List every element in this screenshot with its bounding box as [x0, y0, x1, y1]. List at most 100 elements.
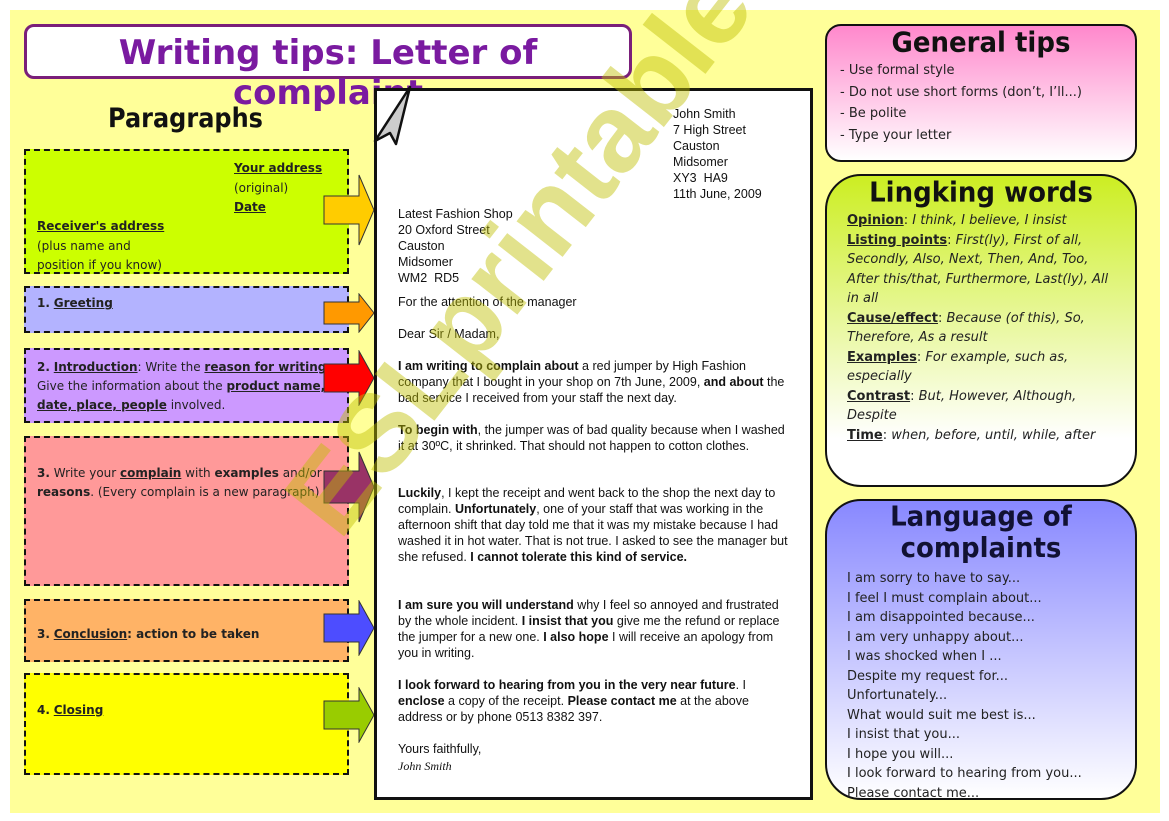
complaint-phrase: I insist that you... — [847, 727, 961, 742]
linking-item-time: Time: when, before, until, while, after — [847, 427, 1096, 443]
complain-word: complain — [120, 466, 182, 480]
arrow-closing-icon — [323, 687, 375, 743]
linking-words: when, before, until, while, after — [891, 427, 1096, 443]
general-tips-box: General tips - Use formal style - Do not… — [825, 24, 1137, 162]
greeting-box: 1. Greeting — [24, 286, 349, 333]
linking-item-listing: Listing points: First(ly), First of all,… — [847, 232, 1109, 307]
intro-num: 2. — [37, 360, 50, 374]
sender-line: 7 High Street — [673, 123, 746, 137]
conclusion-text: : action to be taken — [127, 627, 260, 641]
date-label: Date — [234, 200, 266, 214]
p1-bold-2: and about — [703, 375, 764, 389]
your-address-label: Your address — [234, 161, 323, 175]
title-box: Writing tips: Letter of complaint — [24, 24, 632, 113]
complain-box: 3. Write your complain with examples and… — [24, 436, 349, 586]
p5-text-1: . I — [735, 678, 746, 692]
sample-letter: John Smith 7 High Street Causton Midsome… — [374, 88, 813, 800]
letter-paragraph-5: I look forward to hearing from you in th… — [398, 677, 793, 725]
sender-line: John Smith — [673, 107, 736, 121]
conclusion-box: 3. Conclusion: action to be taken — [24, 599, 349, 662]
complain-text-3: and/or — [278, 466, 322, 480]
arrow-greeting-icon — [323, 293, 375, 333]
letter-closing: Yours faithfully, — [398, 742, 482, 756]
complaint-phrase: I am sorry to have to say... — [847, 571, 1021, 586]
arrow-conclusion-icon — [323, 600, 375, 656]
complaint-phrase: I was shocked when I ... — [847, 649, 1002, 664]
intro-reason: reason for writing — [204, 360, 327, 374]
linking-label: Contrast — [847, 388, 911, 404]
complaint-phrase: I hope you will... — [847, 746, 954, 762]
greeting-num: 1. — [37, 296, 50, 310]
language-of-complaints-box: Language of complaints I am sorry to hav… — [825, 499, 1137, 801]
p5-bold-1: I look forward to hearing from you in th… — [398, 678, 736, 692]
paragraphs-heading: Paragraphs — [108, 102, 263, 134]
sender-line: Causton — [673, 139, 720, 153]
conclusion-num: 3. — [37, 627, 50, 641]
sender-line: XY3 HA9 — [673, 171, 728, 185]
language-of-complaints-title: Language of complaints — [890, 501, 1072, 565]
conclusion-label: Conclusion — [53, 627, 128, 641]
linking-label: Opinion — [847, 213, 904, 228]
p3-bold-2: Unfortunately — [454, 502, 537, 516]
complaint-phrase: Please contact me... — [847, 785, 980, 801]
general-tip-item: - Be polite — [840, 106, 907, 121]
complain-text-2: with — [181, 466, 215, 480]
receiver-line: Causton — [398, 239, 445, 253]
linking-label: Time — [847, 427, 883, 443]
complain-text-4: . (Every complain is a new paragraph) — [90, 485, 320, 499]
letter-paragraph-3: Luckily, I kept the receipt and went bac… — [398, 485, 793, 565]
linking-item-contrast: Contrast: But, However, Although, Despit… — [847, 388, 1077, 424]
linking-item-opinion: Opinion: I think, I believe, I insist — [847, 213, 1067, 228]
closing-label: Closing — [53, 703, 104, 717]
complaint-phrase: I feel I must complain about... — [847, 590, 1042, 606]
complaint-phrase: I am disappointed because... — [847, 610, 1035, 625]
general-tip-item: - Use formal style — [840, 63, 955, 78]
complaint-phrase: Unfortunately... — [847, 688, 948, 703]
receiver-note-1: (plus name and — [37, 238, 131, 253]
p5-text-2: a copy of the receipt. — [444, 694, 568, 708]
attention-line: For the attention of the manager — [398, 295, 577, 309]
receivers-address-label: Receiver's address — [37, 219, 165, 233]
intro-text-3: involved. — [166, 398, 226, 412]
p4-bold-3: I also hope — [543, 630, 609, 644]
linking-label: Examples — [847, 349, 917, 365]
p5-bold-2: enclose — [398, 694, 445, 708]
introduction-box: 2. Introduction: Write the reason for wr… — [24, 348, 349, 423]
arrow-complain-icon — [323, 451, 375, 523]
intro-text-1: : Write the — [137, 360, 205, 374]
complaint-phrase: I am very unhappy about... — [847, 629, 1024, 645]
p3-bold-1: Luckily — [398, 486, 442, 500]
p5-bold-3: Please contact me — [567, 694, 677, 708]
letter-date: 11th June, 2009 — [673, 187, 762, 201]
receiver-line: WM2 RD5 — [398, 271, 460, 285]
closing-num: 4. — [37, 703, 50, 717]
p2-bold-1: To begin with — [398, 423, 478, 437]
receiver-line: Midsomer — [398, 255, 453, 269]
letter-paragraph-2: To begin with, the jumper was of bad qua… — [398, 422, 793, 454]
sender-line: Midsomer — [673, 155, 728, 169]
linking-words-box: Lingking words Opinion: I think, I belie… — [825, 174, 1137, 487]
sender-address: John Smith 7 High Street Causton Midsome… — [673, 106, 762, 202]
salutation: Dear Sir / Madam, — [398, 327, 500, 341]
receiver-line: 20 Oxford Street — [398, 223, 490, 237]
letter-paragraph-4: I am sure you will understand why I feel… — [398, 597, 793, 661]
closing-box: 4. Closing — [24, 673, 349, 775]
linking-item-examples: Examples: For example, such as, especial… — [847, 349, 1069, 385]
linking-label: Listing points — [847, 232, 948, 248]
receiver-note-2: position if you know) — [37, 258, 162, 272]
greeting-label: Greeting — [53, 296, 113, 310]
complain-reasons: reasons — [37, 485, 91, 499]
linking-item-cause: Cause/effect: Because (of this), So, The… — [847, 310, 1085, 346]
complaint-phrase: Despite my request for... — [847, 668, 1008, 684]
receiver-address: Latest Fashion Shop 20 Oxford Street Cau… — [398, 206, 793, 286]
letter-signature: John Smith — [398, 759, 452, 773]
general-tips-title: General tips — [891, 27, 1071, 59]
linking-words: I think, I believe, I insist — [912, 213, 1067, 228]
p4-bold-2: I insist that you — [521, 614, 614, 628]
linking-words-title: Lingking words — [869, 177, 1093, 209]
complaint-phrase: I look forward to hearing from you... — [847, 766, 1082, 781]
page-curl-icon — [373, 86, 412, 146]
receiver-line: Latest Fashion Shop — [398, 207, 513, 221]
complaint-phrase: What would suit me best is... — [847, 707, 1036, 723]
general-tip-item: - Do not use short forms (don’t, I’ll...… — [840, 84, 1082, 100]
